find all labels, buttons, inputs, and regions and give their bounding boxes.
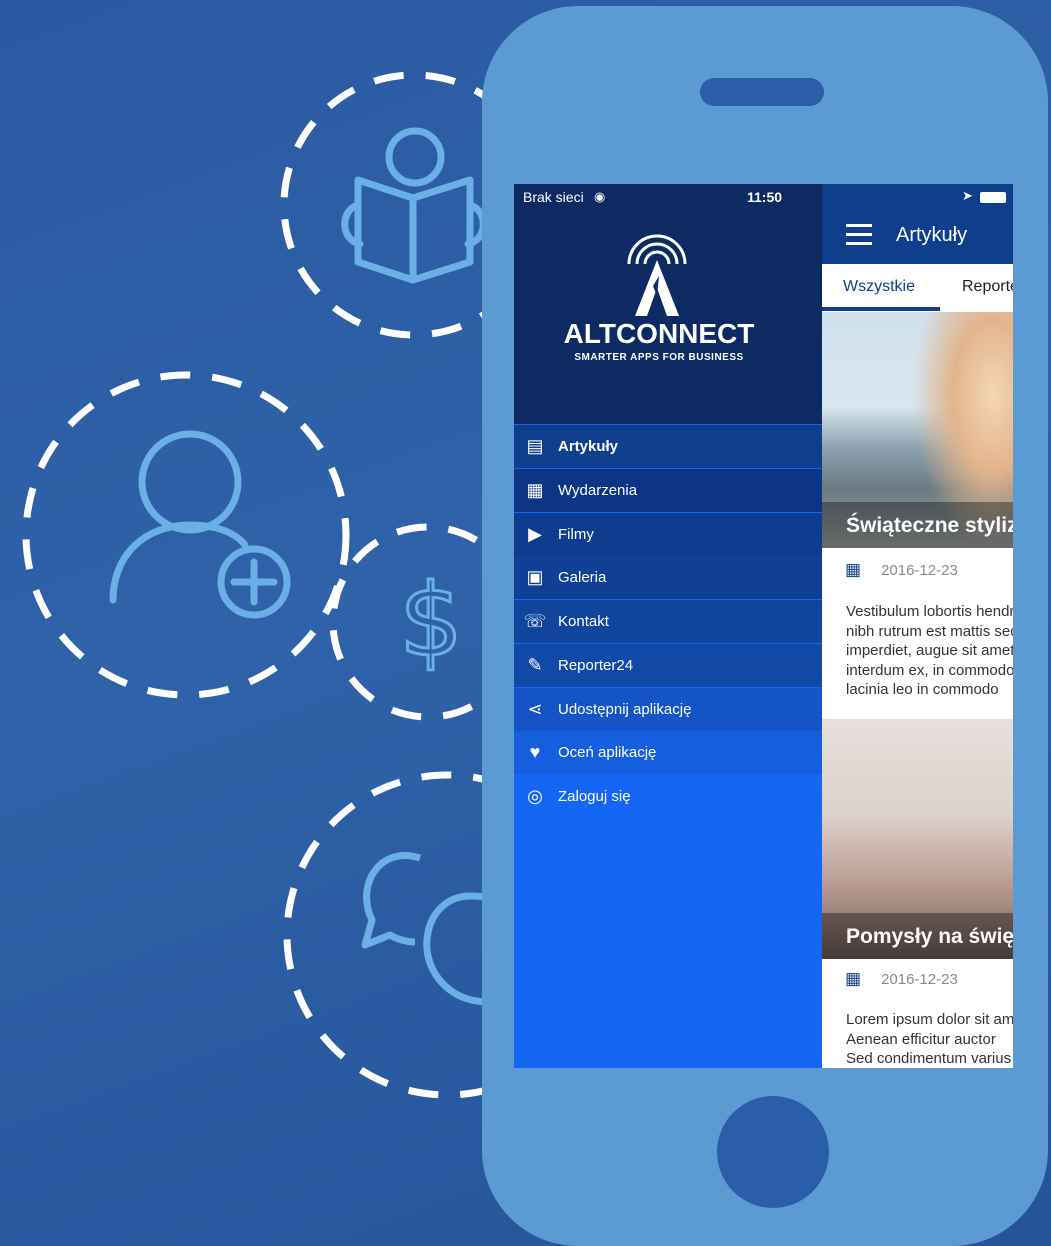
- menu-item-label: Artykuły: [558, 438, 619, 455]
- date-text: 2016-12-23: [881, 561, 958, 579]
- article-excerpt: Vestibulum lobortis hendrerit nibh rutru…: [846, 603, 1013, 698]
- altconnect-logo-icon: [627, 234, 687, 316]
- menu-item-3[interactable]: ▶ Filmy: [514, 512, 822, 556]
- article-date: ▦ 2016-12-23: [845, 560, 958, 580]
- article-date: ▦ 2016-12-23: [845, 969, 958, 989]
- newspaper-icon: ▤: [526, 436, 544, 456]
- article-title[interactable]: Świąteczne stylizacje: [846, 514, 1013, 538]
- article-excerpt: Lorem ipsum dolor sit amet Aenean effici…: [846, 1011, 1013, 1067]
- menu-item-9[interactable]: ◎ Zaloguj się: [514, 775, 822, 818]
- youtube-icon: ▶: [528, 523, 542, 544]
- brand-tagline: SMARTER APPS FOR BUSINESS: [574, 352, 744, 363]
- brand-name: ALTCONNECT: [563, 318, 755, 349]
- location-icon: ➤: [962, 188, 973, 203]
- phone-screen: Brak sieci ◉ 11:50 ALTCONNECT SMARTER AP…: [514, 184, 1013, 1068]
- menu-item-label: Reporter24: [558, 656, 634, 674]
- menu-item-label: Zaloguj się: [558, 788, 631, 805]
- article-title[interactable]: Pomysły na święta: [846, 925, 1013, 949]
- menu-item-label: Oceń aplikację: [558, 744, 657, 762]
- calendar-icon: ▦: [845, 560, 862, 579]
- menu-item-label: Galeria: [558, 569, 607, 587]
- battery-icon: [980, 192, 1006, 203]
- tab-indicator: [822, 307, 940, 311]
- dollar-icon: $: [399, 562, 463, 679]
- menu-item-label: Filmy: [558, 525, 594, 543]
- calendar-icon: ▦: [845, 969, 862, 988]
- add-user-icon: [109, 430, 291, 619]
- article-image[interactable]: Świąteczne stylizacje: [822, 312, 1013, 548]
- articles-pane: ➤ Artykuły Wszystkie Reporter Świąteczne…: [822, 184, 1013, 1068]
- share-icon: ⋖: [527, 698, 543, 719]
- menu-item-4[interactable]: ▣ Galeria: [514, 556, 822, 600]
- article-image[interactable]: Pomysły na święta: [822, 719, 1013, 959]
- phone-speaker: [700, 78, 824, 106]
- home-button[interactable]: [717, 1096, 829, 1208]
- date-text: 2016-12-23: [881, 970, 958, 988]
- menu-item-1[interactable]: ▤ Artykuły: [514, 425, 822, 468]
- menu-item-label: Wydarzenia: [558, 481, 638, 499]
- carrier-label: Brak sieci: [523, 189, 584, 205]
- user-icon: ◎: [527, 786, 543, 806]
- tab-reporter[interactable]: Reporter: [962, 278, 1013, 296]
- contact-icon: ☏: [523, 611, 547, 631]
- side-drawer: Brak sieci ◉ 11:50 ALTCONNECT SMARTER AP…: [514, 184, 822, 1068]
- menu-item-8[interactable]: ♥ Oceń aplikację: [514, 731, 822, 775]
- hamburger-menu-icon[interactable]: [846, 224, 872, 245]
- dashed-circle: [22, 371, 350, 699]
- wifi-icon: ◉: [594, 189, 606, 204]
- heart-icon: ♥: [529, 742, 541, 763]
- page-title: Artykuły: [896, 224, 968, 246]
- menu-item-5[interactable]: ☏ Kontakt: [514, 600, 822, 643]
- menu-item-2[interactable]: ▦ Wydarzenia: [514, 468, 822, 512]
- menu-item-6[interactable]: ✎ Reporter24: [514, 643, 822, 687]
- menu-item-label: Udostępnij aplikację: [558, 700, 692, 718]
- menu-item-7[interactable]: ⋖ Udostępnij aplikację: [514, 687, 822, 731]
- reader-icon: [341, 127, 487, 284]
- calendar-icon: ▦: [526, 479, 544, 500]
- tab-all[interactable]: Wszystkie: [843, 278, 915, 296]
- microphone-icon: ✎: [527, 654, 543, 675]
- clock: 11:50: [747, 189, 783, 205]
- gallery-icon: ▣: [526, 567, 544, 588]
- menu-item-label: Kontakt: [558, 613, 609, 630]
